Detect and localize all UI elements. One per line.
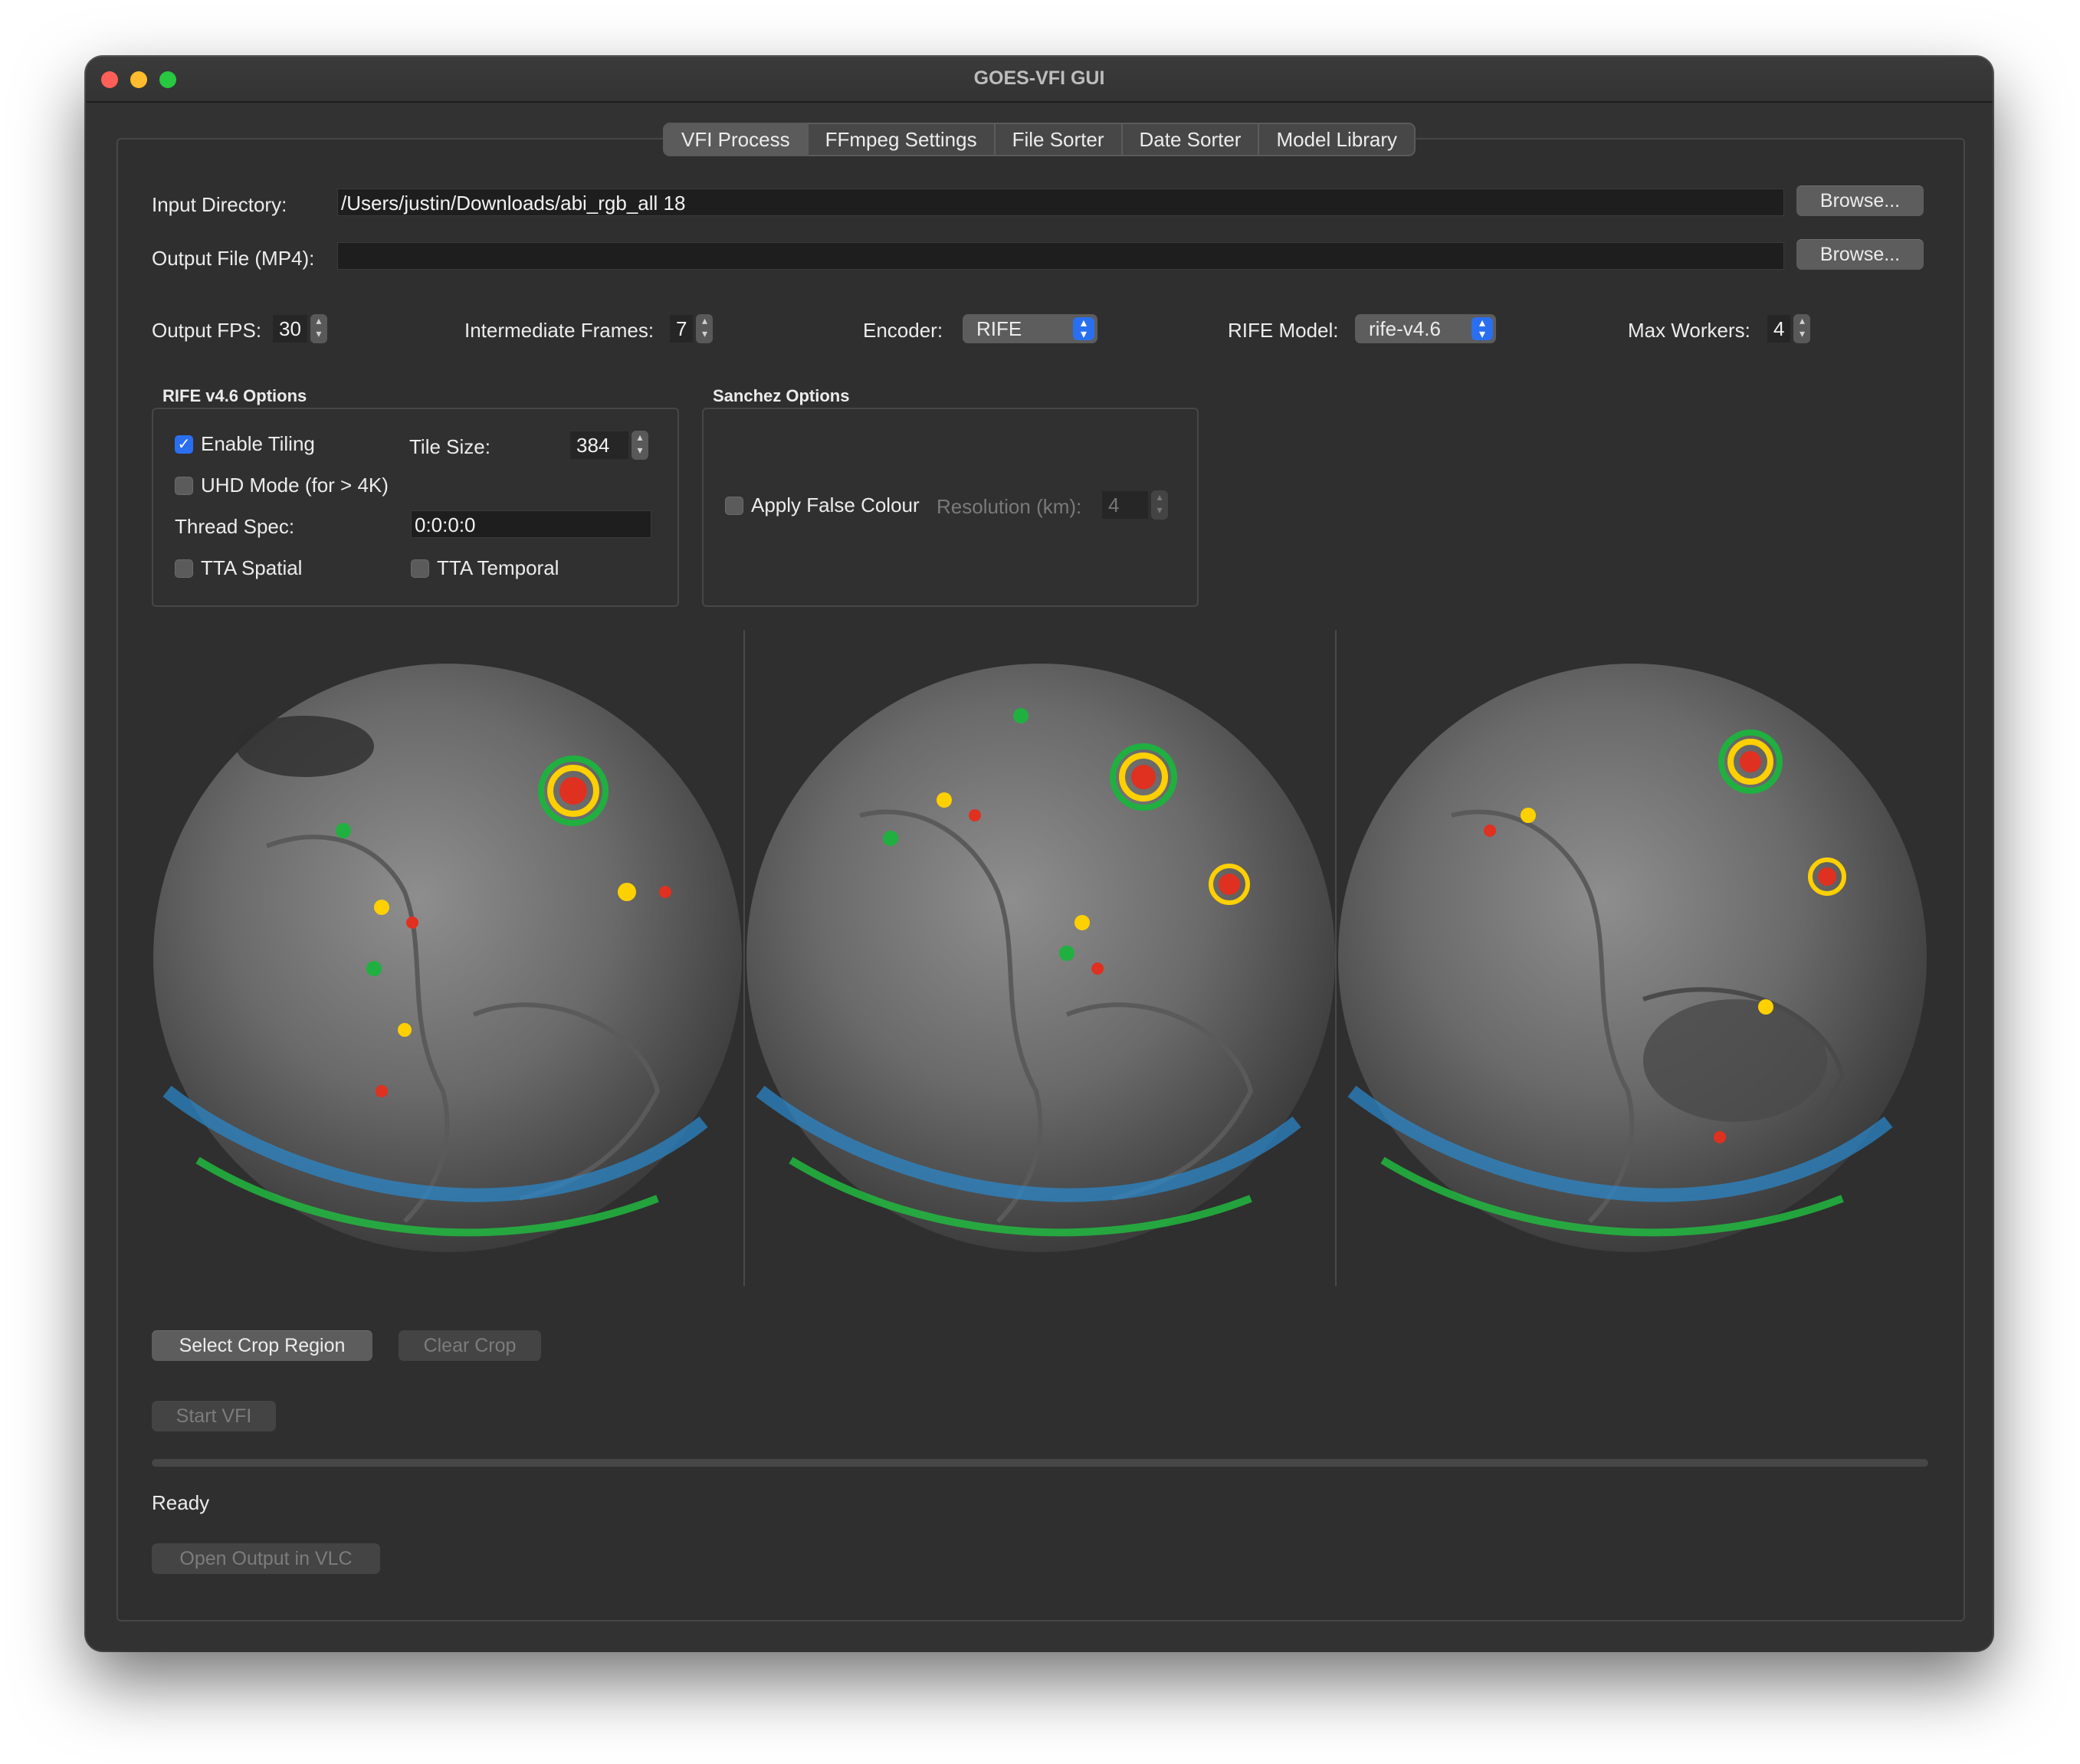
tab-ffmpeg-settings[interactable]: FFmpeg Settings bbox=[809, 124, 996, 155]
checkmark-icon[interactable]: ✓ bbox=[175, 434, 193, 454]
output-browse-button[interactable]: Browse... bbox=[1796, 239, 1924, 270]
rife-model-label: RIFE Model: bbox=[1228, 319, 1339, 342]
tile-size-spinbox[interactable]: 384 ▴ ▾ bbox=[570, 431, 648, 460]
max-workers-label: Max Workers: bbox=[1628, 319, 1750, 342]
preview-last-frame[interactable] bbox=[1337, 662, 1928, 1254]
intermediate-frames-value[interactable]: 7 bbox=[670, 315, 694, 343]
output-fps-label: Output FPS: bbox=[152, 319, 262, 342]
open-output-vlc-button[interactable]: Open Output in VLC bbox=[152, 1543, 380, 1574]
tab-file-sorter[interactable]: File Sorter bbox=[996, 124, 1123, 155]
resolution-spinbox[interactable]: 4 ▴ ▾ bbox=[1102, 490, 1168, 520]
intermediate-frames-label: Intermediate Frames: bbox=[464, 319, 655, 342]
progress-bar bbox=[152, 1459, 1928, 1467]
rife-model-value: rife-v4.6 bbox=[1369, 317, 1441, 340]
rife-options-title: RIFE v4.6 Options bbox=[162, 386, 307, 405]
select-crop-region-button[interactable]: Select Crop Region bbox=[152, 1330, 372, 1361]
sanchez-options-group: Apply False Colour Resolution (km): 4 ▴ ▾ bbox=[702, 408, 1199, 607]
stepper-arrows-icon[interactable]: ▴ ▾ bbox=[1793, 314, 1811, 343]
tab-date-sorter[interactable]: Date Sorter bbox=[1123, 124, 1260, 155]
max-workers-spinbox[interactable]: 4 ▴ ▾ bbox=[1767, 314, 1811, 343]
output-fps-spinbox[interactable]: 30 ▴ ▾ bbox=[273, 314, 327, 343]
resolution-label: Resolution (km): bbox=[937, 495, 1082, 518]
title-bar: GOES-VFI GUI bbox=[86, 57, 1993, 103]
sanchez-options-title: Sanchez Options bbox=[713, 386, 850, 405]
start-vfi-button[interactable]: Start VFI bbox=[152, 1401, 276, 1431]
resolution-value[interactable]: 4 bbox=[1102, 491, 1148, 519]
tab-model-library[interactable]: Model Library bbox=[1259, 124, 1414, 155]
encoder-label: Encoder: bbox=[863, 319, 943, 342]
stepper-arrows-icon[interactable]: ▴ ▾ bbox=[310, 314, 327, 343]
uhd-mode-checkbox[interactable]: UHD Mode (for > 4K) bbox=[175, 474, 389, 497]
tile-size-label: Tile Size: bbox=[409, 435, 490, 458]
thread-spec-field[interactable]: 0:0:0:0 bbox=[411, 510, 651, 538]
input-browse-button[interactable]: Browse... bbox=[1796, 185, 1924, 216]
preview-first-frame[interactable] bbox=[152, 662, 743, 1254]
output-file-field[interactable] bbox=[337, 242, 1784, 270]
encoder-value: RIFE bbox=[976, 317, 1022, 340]
chevron-updown-icon: ▴ ▾ bbox=[1073, 317, 1094, 341]
tab-bar: VFI Process FFmpeg Settings File Sorter … bbox=[86, 123, 1993, 156]
intermediate-frames-spinbox[interactable]: 7 ▴ ▾ bbox=[670, 314, 714, 343]
rife-options-group: ✓ Enable Tiling Tile Size: 384 ▴ ▾ UHD Mo… bbox=[152, 408, 679, 607]
tta-temporal-checkbox[interactable]: TTA Temporal bbox=[411, 556, 559, 580]
clear-crop-button[interactable]: Clear Crop bbox=[399, 1330, 541, 1361]
output-file-label: Output File (MP4): bbox=[152, 247, 315, 270]
encoder-select[interactable]: RIFE ▴ ▾ bbox=[963, 314, 1097, 343]
output-fps-value[interactable]: 30 bbox=[273, 315, 307, 343]
preview-middle-frame[interactable] bbox=[745, 662, 1337, 1254]
tab-vfi-process[interactable]: VFI Process bbox=[664, 124, 809, 155]
app-window: GOES-VFI GUI VFI Process FFmpeg Settings… bbox=[86, 57, 1993, 1651]
tta-spatial-checkbox[interactable]: TTA Spatial bbox=[175, 556, 302, 580]
stepper-arrows-icon[interactable]: ▴ ▾ bbox=[696, 314, 714, 343]
enable-tiling-checkbox[interactable]: ✓ Enable Tiling bbox=[175, 432, 315, 456]
stepper-arrows-icon[interactable]: ▴ ▾ bbox=[1151, 490, 1168, 520]
status-label: Ready bbox=[152, 1491, 210, 1514]
thread-spec-label: Thread Spec: bbox=[175, 515, 295, 538]
input-directory-label: Input Directory: bbox=[152, 193, 287, 216]
rife-model-select[interactable]: rife-v4.6 ▴ ▾ bbox=[1355, 314, 1496, 343]
max-workers-value[interactable]: 4 bbox=[1767, 315, 1791, 343]
stepper-arrows-icon[interactable]: ▴ ▾ bbox=[632, 431, 648, 460]
window-title: GOES-VFI GUI bbox=[973, 67, 1105, 89]
tile-size-value[interactable]: 384 bbox=[570, 431, 628, 459]
chevron-updown-icon: ▴ ▾ bbox=[1471, 317, 1493, 341]
input-directory-field[interactable]: /Users/justin/Downloads/abi_rgb_all 18 bbox=[337, 189, 1784, 216]
false-colour-checkbox[interactable]: Apply False Colour bbox=[725, 493, 920, 517]
